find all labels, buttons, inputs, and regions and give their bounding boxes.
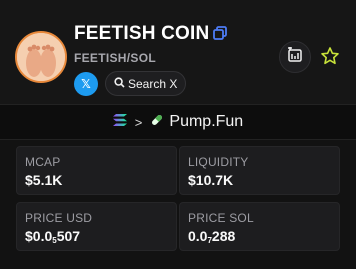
price-suffix: 507 <box>56 228 81 244</box>
dex-link[interactable]: Pump.Fun <box>150 113 243 132</box>
stat-value: $0.05507 <box>25 228 80 245</box>
search-icon <box>114 76 125 91</box>
solana-icon <box>112 113 127 131</box>
price-suffix: 288 <box>211 228 236 244</box>
star-icon[interactable] <box>320 46 340 66</box>
stat-value: 0.07288 <box>188 228 235 245</box>
stat-card-liquidity: LIQUIDITY $10.7K <box>179 146 340 195</box>
pill-icon <box>150 113 164 132</box>
add-to-list-icon <box>287 45 303 68</box>
token-avatar <box>15 31 67 83</box>
stat-label: LIQUIDITY <box>188 155 249 169</box>
search-x-label: Search X <box>128 76 178 91</box>
token-pair: FEETISH/SOL <box>74 51 156 65</box>
price-prefix: $0.0 <box>25 228 53 244</box>
x-link-button[interactable]: 𝕏 <box>74 72 98 96</box>
stat-label: PRICE SOL <box>188 211 254 225</box>
chevron-right-icon: > <box>134 114 143 130</box>
add-to-list-button[interactable] <box>279 41 311 73</box>
stat-value: $5.1K <box>25 172 63 188</box>
x-logo-icon: 𝕏 <box>81 77 91 91</box>
stat-card-price-sol: PRICE SOL 0.07288 <box>179 202 340 251</box>
copy-icon[interactable] <box>212 25 228 41</box>
stat-card-mcap: MCAP $5.1K <box>16 146 177 195</box>
stat-value: $10.7K <box>188 172 234 188</box>
token-header: FEETISH COIN FEETISH/SOL 𝕏 Search X <box>0 0 356 104</box>
stat-label: MCAP <box>25 155 61 169</box>
stat-card-price-usd: PRICE USD $0.05507 <box>16 202 177 251</box>
token-info-panel: FEETISH COIN FEETISH/SOL 𝕏 Search X > Pu… <box>0 0 356 269</box>
search-x-button[interactable]: Search X <box>105 71 187 96</box>
price-prefix: 0.0 <box>188 228 208 244</box>
dex-breadcrumb: > Pump.Fun <box>0 104 356 140</box>
token-name: FEETISH COIN <box>74 23 210 44</box>
dex-name: Pump.Fun <box>169 113 244 130</box>
stat-label: PRICE USD <box>25 211 93 225</box>
